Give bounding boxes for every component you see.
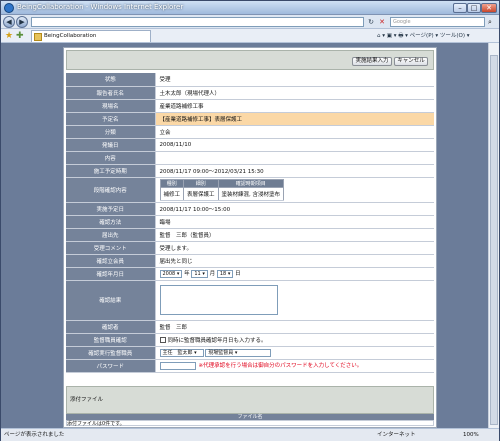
- attachments-section: 添付ファイル ファイル名 添付ファイルは0件です。: [66, 386, 434, 427]
- detail-header: 細別: [183, 178, 219, 188]
- browser-window: BeingCollaboration - Windows Internet Ex…: [0, 0, 500, 441]
- cancel-button[interactable]: キャンセル: [394, 57, 428, 66]
- witness-label: 確認立会員: [66, 254, 156, 268]
- page-favicon: [34, 33, 42, 41]
- content-label: 内容: [66, 151, 156, 165]
- detail-cell: 表層保護工: [183, 186, 219, 201]
- executor-person-select[interactable]: 現場監督員 ▾: [205, 348, 272, 357]
- command-bar[interactable]: ⌂ ▾ ▣ ▾ 🖶 ▾ ページ(P) ▾ ツール(O) ▾: [377, 31, 470, 41]
- confirmer-value: 監督 三郎: [155, 320, 434, 334]
- report-form: 状態 受理 報告者氏名 土木太郎（現場代理人） 現場名 産業道路補修工事 予定名 【産業…: [66, 73, 434, 373]
- executor-role-select[interactable]: 主任 監太郎 ▾: [159, 348, 204, 357]
- content-value: [155, 151, 434, 165]
- minimize-button[interactable]: –: [453, 3, 467, 13]
- scrollbar-thumb[interactable]: [490, 55, 498, 425]
- supervisor-check-text: 同時に監督職員確認年月日も入力する。: [167, 337, 267, 344]
- search-icon[interactable]: ⌕: [488, 17, 497, 27]
- action-panel: 実施結果入力 キャンセル: [66, 50, 434, 70]
- vertical-scrollbar[interactable]: [488, 43, 499, 428]
- result-input-button[interactable]: 実施結果入力: [352, 57, 392, 66]
- recipient-value: 監督 三郎（監督員）: [155, 228, 434, 242]
- witness-value: 届出先と同じ: [155, 254, 434, 268]
- tab-bar: ★ ✚ BeingCollaboration ⌂ ▾ ▣ ▾ 🖶 ▾ ページ(P…: [1, 29, 499, 43]
- category-label: 分類: [66, 125, 156, 139]
- detail-header: 確認時期項目: [217, 178, 285, 188]
- year-select[interactable]: 2008 ▾: [159, 269, 183, 278]
- detail-cell: 塗装材練混, 含浸材塗布: [217, 186, 285, 201]
- tab-label: BeingCollaboration: [44, 33, 97, 39]
- security-zone: インターネット: [377, 432, 416, 438]
- password-input[interactable]: [159, 361, 196, 370]
- address-input[interactable]: [31, 17, 364, 27]
- close-button[interactable]: ✕: [481, 3, 497, 13]
- title-bar: BeingCollaboration - Windows Internet Ex…: [1, 1, 499, 15]
- detail-table: 種別 細別 確認時期項目 補修工 表層保護工 塗装材練混, 含浸材塗布: [159, 178, 285, 201]
- tab-beingcollaboration[interactable]: BeingCollaboration: [31, 30, 151, 42]
- day-select[interactable]: 18 ▾: [216, 269, 234, 278]
- detail-label: 段階確認内容: [66, 177, 156, 203]
- comment-value: 受理します。: [155, 241, 434, 255]
- planned-date-value: 2008/11/17 10:00～15:00: [155, 202, 434, 216]
- result-textarea[interactable]: [159, 285, 278, 315]
- add-favorite-icon[interactable]: ✚: [16, 30, 24, 42]
- executor-label: 確認実行監督職員: [66, 346, 156, 360]
- method-value: 臨場: [155, 215, 434, 229]
- supervisor-checkbox[interactable]: [159, 337, 166, 343]
- issue-date-value: 2008/11/10: [155, 138, 434, 152]
- zoom-level[interactable]: 100%: [463, 429, 479, 441]
- password-warning: ※代理承認を行う場合は御自分のパスワードを入力してください。: [198, 363, 363, 370]
- attachments-empty: 添付ファイルは0件です。: [66, 420, 434, 427]
- recipient-label: 届出先: [66, 228, 156, 242]
- month-select[interactable]: 11 ▾: [191, 269, 208, 278]
- issue-date-label: 発議日: [66, 138, 156, 152]
- supervisor-check-label: 監督職員確認: [66, 333, 156, 347]
- maximize-button[interactable]: □: [467, 3, 481, 13]
- reporter-label: 報告者氏名: [66, 86, 156, 100]
- confirm-date-label: 確認年月日: [66, 267, 156, 281]
- site-value: 産業道路補修工事: [155, 99, 434, 113]
- stop-icon[interactable]: ✕: [377, 17, 387, 27]
- password-label: パスワード: [66, 359, 156, 373]
- result-label: 確認結果: [66, 280, 156, 321]
- detail-header: 種別: [159, 178, 185, 188]
- reporter-value: 土木太郎（現場代理人）: [155, 86, 434, 100]
- attachments-title: 添付ファイル: [66, 386, 434, 414]
- confirmer-label: 確認者: [66, 320, 156, 334]
- content-page: 実施結果入力 キャンセル 状態 受理 報告者氏名 土木太郎（現場代理人） 現場名 産業…: [63, 47, 437, 428]
- page-viewport: 実施結果入力 キャンセル 状態 受理 報告者氏名 土木太郎（現場代理人） 現場名 産業…: [1, 43, 488, 428]
- planned-date-label: 実施予定日: [66, 202, 156, 216]
- schedule-value: 2008/11/17 09:00～2012/03/21 15:30: [155, 164, 434, 178]
- favorites-star-icon[interactable]: ★: [5, 30, 13, 42]
- forward-button[interactable]: ▶: [16, 16, 28, 28]
- status-bar: ページが表示されました インターネット 100%: [1, 428, 499, 441]
- comment-label: 受理コメント: [66, 241, 156, 255]
- plan-value: 【産業道路補修工事】表層保護工: [155, 112, 434, 126]
- window-title: BeingCollaboration - Windows Internet Ex…: [17, 3, 184, 11]
- search-input[interactable]: Google: [390, 17, 485, 27]
- address-bar: ◀ ▶ ↻ ✕ Google ⌕: [1, 15, 499, 29]
- category-value: 立会: [155, 125, 434, 139]
- status-value: 受理: [155, 73, 434, 87]
- schedule-label: 施工予定時期: [66, 164, 156, 178]
- refresh-icon[interactable]: ↻: [366, 17, 376, 27]
- status-text: ページが表示されました: [4, 432, 65, 438]
- status-label: 状態: [66, 73, 156, 87]
- method-label: 確認方法: [66, 215, 156, 229]
- site-label: 現場名: [66, 99, 156, 113]
- back-button[interactable]: ◀: [3, 16, 15, 28]
- plan-label: 予定名: [66, 112, 156, 126]
- detail-cell: 補修工: [159, 186, 185, 201]
- ie-logo-icon: [4, 3, 14, 13]
